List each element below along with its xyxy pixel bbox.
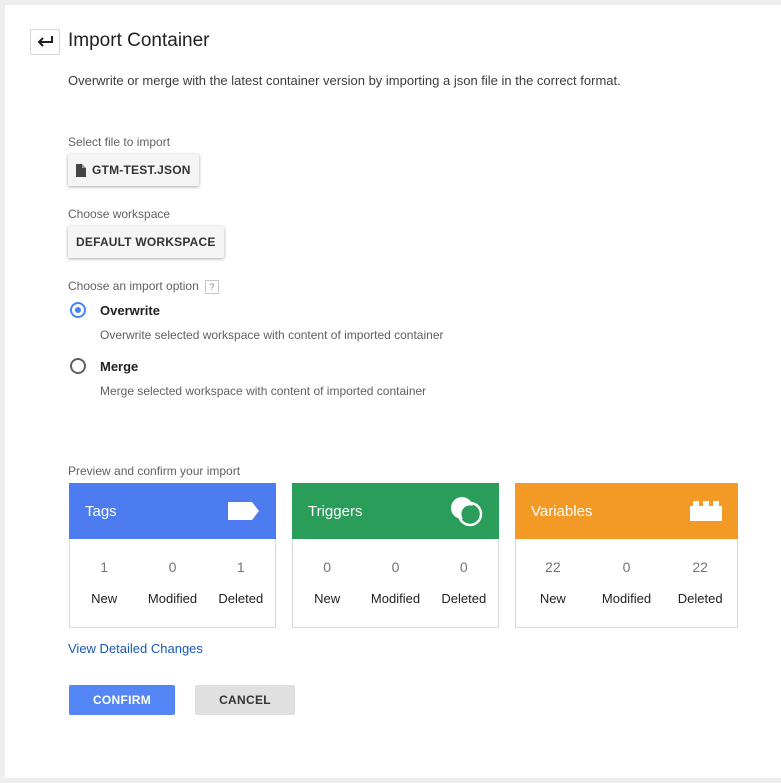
variables-card: Variables 22 New 0 Modified 22 Deleted: [515, 483, 738, 628]
variables-card-title: Variables: [531, 502, 593, 520]
tags-deleted-stat: 1 Deleted: [218, 559, 264, 606]
triggers-deleted-stat: 0 Deleted: [441, 559, 487, 606]
tags-modified-stat: 0 Modified: [147, 559, 198, 606]
merge-radio[interactable]: [70, 358, 86, 374]
tags-card-title: Tags: [85, 502, 117, 520]
variables-modified-stat: 0 Modified: [601, 559, 652, 606]
import-option-label: Choose an import option?: [68, 279, 219, 294]
page-title: Import Container: [68, 30, 210, 51]
trigger-icon: [451, 497, 483, 527]
merge-label[interactable]: Merge: [100, 359, 138, 374]
variables-card-header: Variables: [515, 483, 738, 539]
back-button[interactable]: [30, 29, 60, 55]
preview-label: Preview and confirm your import: [68, 464, 241, 478]
tag-icon: [228, 502, 259, 520]
cancel-button[interactable]: CANCEL: [195, 685, 295, 715]
view-detailed-changes-link[interactable]: View Detailed Changes: [68, 641, 203, 656]
confirm-button[interactable]: CONFIRM: [69, 685, 175, 715]
triggers-card-title: Triggers: [308, 502, 363, 520]
triggers-card-header: Triggers: [292, 483, 499, 539]
help-icon[interactable]: ?: [204, 279, 219, 294]
variable-icon: [690, 501, 722, 521]
triggers-modified-stat: 0 Modified: [370, 559, 421, 606]
triggers-card: Triggers 0 New 0 Modified 0 Deleted: [292, 483, 499, 628]
file-label: Select file to import: [68, 135, 171, 149]
overwrite-label[interactable]: Overwrite: [100, 303, 160, 318]
import-option-text: Choose an import option: [68, 279, 199, 293]
choose-workspace-button[interactable]: DEFAULT WORKSPACE: [68, 226, 224, 258]
file-icon: [76, 163, 86, 177]
back-arrow-icon: [37, 36, 53, 47]
tags-card: Tags 1 New 0 Modified 1 Deleted: [69, 483, 276, 628]
select-file-button[interactable]: GTM-TEST.JSON: [68, 154, 199, 186]
file-name: GTM-TEST.JSON: [92, 163, 191, 177]
page-description: Overwrite or merge with the latest conta…: [68, 73, 621, 88]
overwrite-radio[interactable]: [70, 302, 86, 318]
tags-card-header: Tags: [69, 483, 276, 539]
workspace-label: Choose workspace: [68, 207, 171, 221]
variables-new-stat: 22 New: [539, 559, 566, 606]
tags-new-stat: 1 New: [91, 559, 118, 606]
triggers-new-stat: 0 New: [314, 559, 341, 606]
workspace-name: DEFAULT WORKSPACE: [76, 235, 216, 249]
merge-description: Merge selected workspace with content of…: [100, 384, 427, 398]
variables-deleted-stat: 22 Deleted: [677, 559, 723, 606]
overwrite-description: Overwrite selected workspace with conten…: [100, 328, 444, 342]
